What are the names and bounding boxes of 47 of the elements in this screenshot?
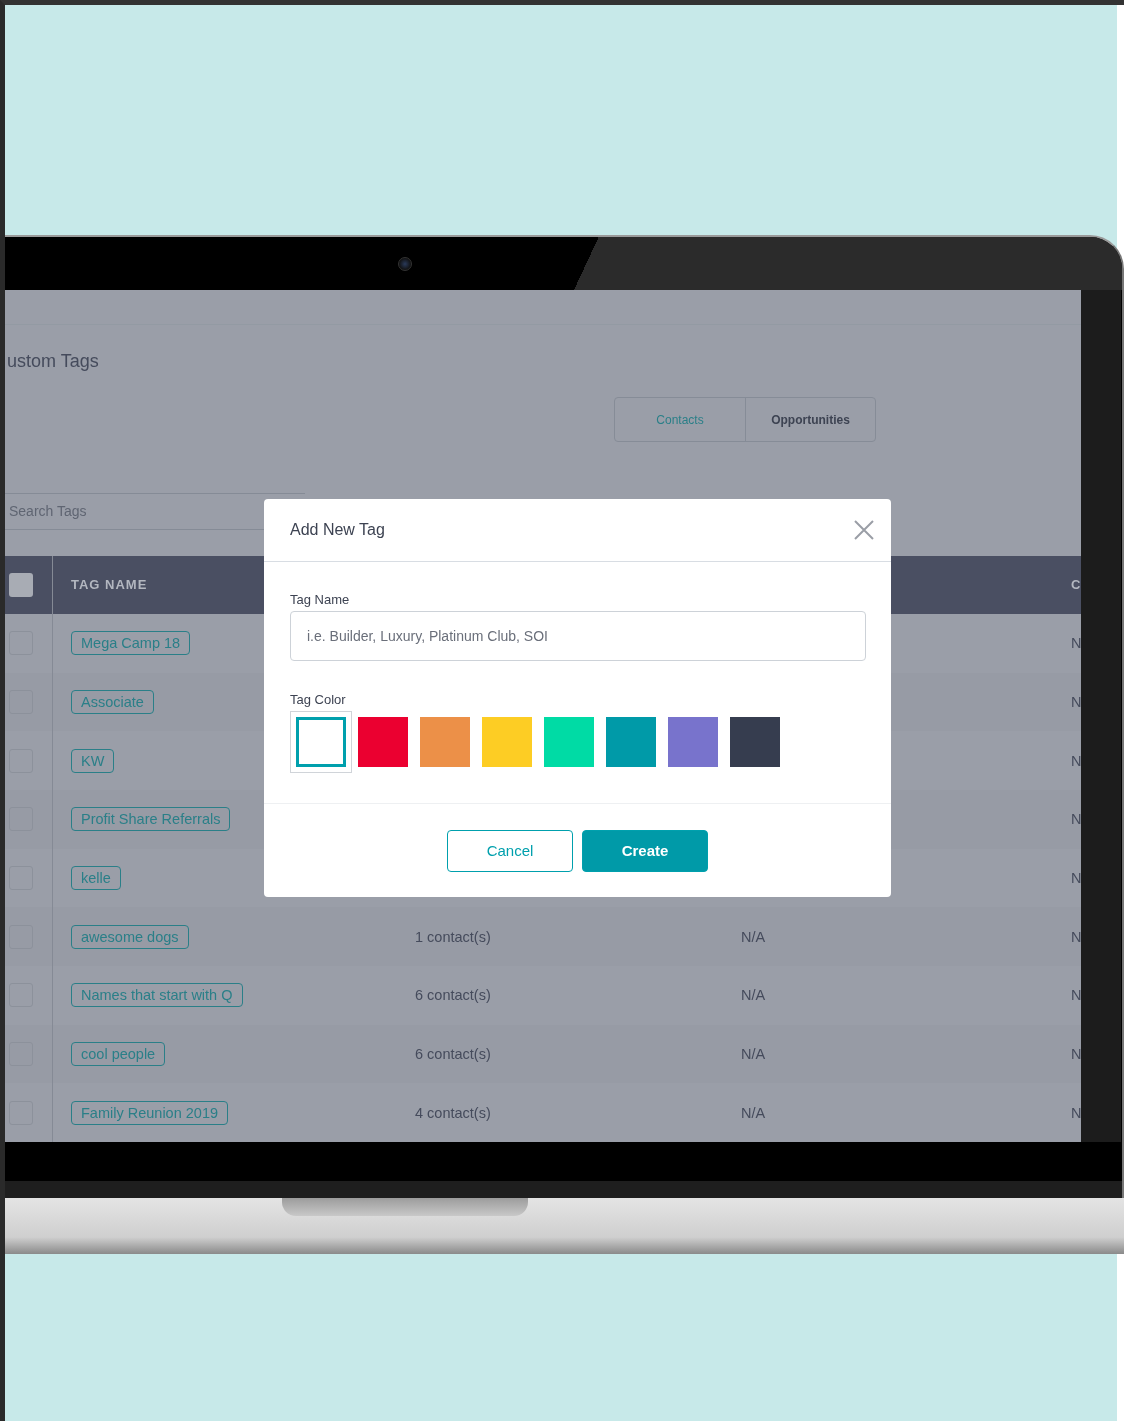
color-swatch[interactable] (730, 717, 780, 767)
table-cell-text: N/A (741, 928, 767, 945)
tag-label: Associate (71, 689, 154, 714)
column-header: TAG NAME (70, 577, 149, 593)
select-all-checkbox[interactable] (9, 572, 33, 597)
table-cell-text: N/A (741, 1045, 767, 1062)
table-cell-text: 1 contact(s) (415, 928, 492, 945)
table-cell: N (1071, 928, 1081, 945)
color-swatch[interactable] (420, 717, 470, 767)
tag-label: Mega Camp 18 (71, 631, 191, 656)
tag-label: Profit Share Referrals (71, 807, 231, 832)
field-label: Tag Name (290, 592, 350, 607)
page-title: ustom Tags (7, 351, 99, 372)
tag-label: kelle (71, 865, 121, 890)
color-swatch[interactable] (358, 717, 408, 767)
webcam (397, 256, 412, 271)
cancel-button[interactable]: Cancel (447, 829, 573, 872)
tag-label: awesome dogs (71, 924, 189, 949)
tag-label: KW (71, 748, 115, 773)
tag-label: Family Reunion 2019 (71, 1100, 229, 1125)
table-cell: N (1071, 1104, 1081, 1121)
color-swatch[interactable] (668, 717, 718, 767)
table-cell-text: 6 contact(s) (415, 1045, 492, 1062)
field-label: Tag Color (290, 692, 346, 707)
table-cell-text: 6 contact(s) (415, 987, 492, 1004)
table-cell: N (1071, 869, 1081, 886)
table-cell: N (1071, 987, 1081, 1004)
table-cell-text: 4 contact(s) (415, 1104, 492, 1121)
column-header: C (1071, 577, 1081, 593)
table-cell: N (1071, 693, 1081, 710)
color-swatch[interactable] (296, 717, 346, 767)
table-cell: N (1071, 752, 1081, 769)
close-icon[interactable] (853, 519, 875, 541)
color-swatch[interactable] (482, 717, 532, 767)
table-cell: N (1071, 1045, 1081, 1062)
table-cell: N (1071, 635, 1081, 652)
table-cell-text: N/A (741, 987, 767, 1004)
color-swatch[interactable] (606, 717, 656, 767)
table-cell-text: N/A (741, 1104, 767, 1121)
tab[interactable]: Contacts (615, 398, 745, 441)
tag-label: cool people (71, 1041, 166, 1066)
tag-name-field[interactable]: i.e. Builder, Luxury, Platinum Club, SOI (290, 611, 866, 661)
table-cell: N (1071, 811, 1081, 828)
tag-label: Names that start with Q (71, 983, 243, 1008)
color-swatch[interactable] (544, 717, 594, 767)
create-button[interactable]: Create (582, 829, 708, 872)
tab[interactable]: Opportunities (745, 398, 875, 441)
